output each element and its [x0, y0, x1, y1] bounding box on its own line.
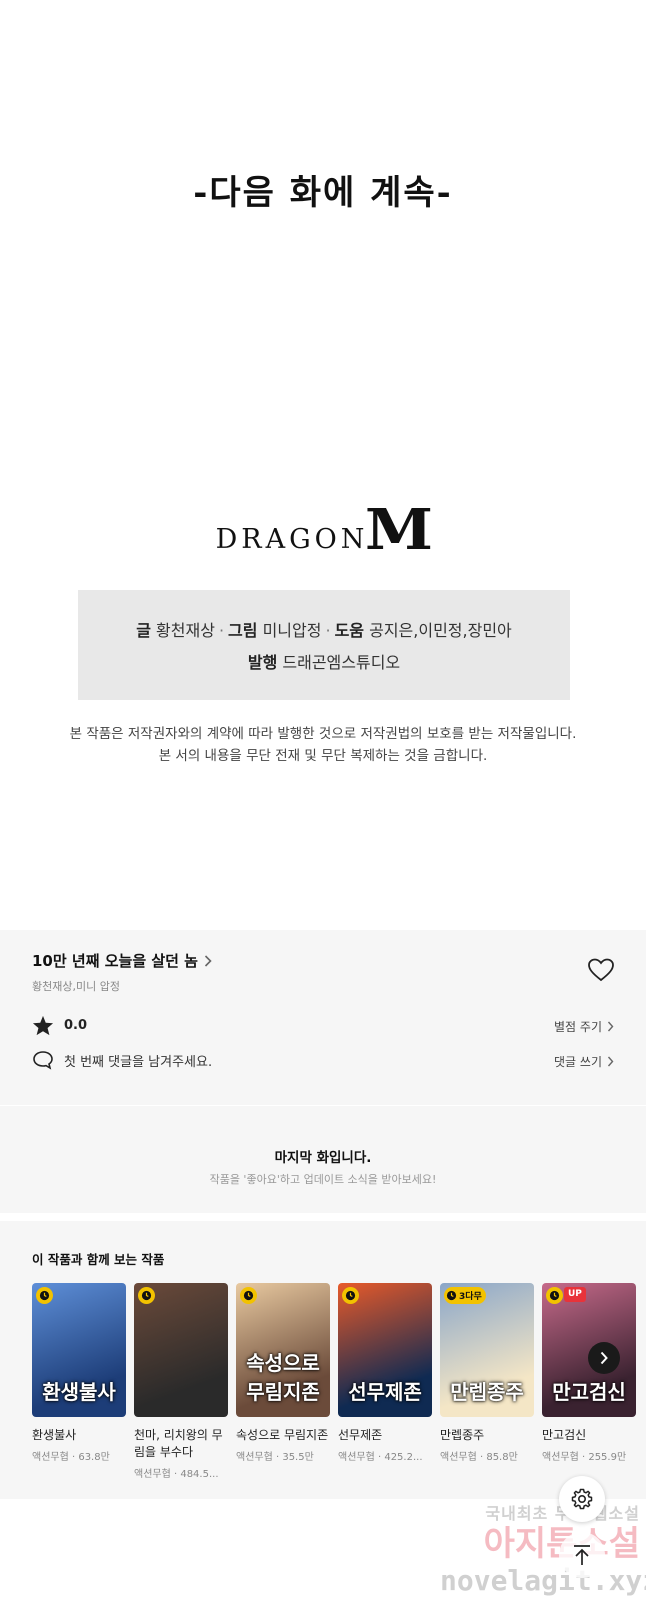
scroll-to-top-button[interactable]: [559, 1532, 605, 1578]
work-title: 10만 년째 오늘을 살던 놈: [32, 952, 198, 970]
logo-mark: M: [365, 497, 434, 563]
recommendation-title[interactable]: 천마, 리치왕의 무림을 부수다: [134, 1427, 228, 1461]
recommendation-title[interactable]: 환생불사: [32, 1427, 126, 1444]
thumbnail-title-art: 만고검신: [552, 1380, 626, 1404]
clock-icon: [546, 1287, 563, 1304]
recommendations-heading: 이 작품과 함께 보는 작품: [32, 1252, 165, 1267]
recommendation-card[interactable]: 환생불사 환생불사 액션무협 · 63.8만: [32, 1283, 126, 1480]
rate-label: 별점 주기: [554, 1020, 602, 1034]
clock-icon: [138, 1287, 155, 1304]
settings-button[interactable]: [559, 1476, 605, 1522]
recommendation-meta: 액션무협 · 425.2...: [338, 1452, 423, 1463]
thumbnail-title-art: 선무제존: [348, 1380, 422, 1404]
recommendation-title[interactable]: 선무제존: [338, 1427, 432, 1444]
watermark-line-3: novelagit.xyz: [440, 1564, 646, 1597]
publisher-logo: DRAGONM: [0, 497, 646, 563]
comment-prompt: 첫 번째 댓글을 남겨주세요.: [64, 1054, 213, 1070]
copyright-line-2: 본 서의 내용을 무단 전재 및 무단 복제하는 것을 금합니다.: [158, 748, 488, 764]
credit-name: 드래곤엠스튜디오: [282, 653, 401, 672]
copyright-line-1: 본 작품은 저작권자와의 계약에 따라 발행한 것으로 저작권법의 보호를 받는…: [69, 726, 577, 742]
recommendation-title[interactable]: 만렙종주: [440, 1427, 534, 1444]
recommendations-list: 환생불사 환생불사 액션무협 · 63.8만 천마, 리치왕의 무림을 부수다 액션무협…: [32, 1283, 636, 1480]
chevron-right-icon: [204, 954, 212, 967]
work-info-panel: 10만 년째 오늘을 살던 놈 황천재상,미니 압정 0.0 별점 주기 첫 번…: [0, 930, 646, 1105]
clock-icon: [446, 1290, 457, 1301]
chevron-right-icon: [607, 1021, 614, 1032]
last-episode-notice: 마지막 화입니다. 작품을 '좋아요'하고 업데이트 소식을 받아보세요!: [0, 1105, 646, 1213]
copyright-notice: 본 작품은 저작권자와의 계약에 따라 발행한 것으로 저작권법의 보호를 받는…: [0, 723, 646, 767]
credit-role: 발행: [247, 653, 278, 672]
recommendation-card[interactable]: 만고검신 UP 만고검신액션무협 · 255.9만: [542, 1283, 636, 1480]
last-episode-subtitle: 작품을 '좋아요'하고 업데이트 소식을 받아보세요!: [209, 1173, 437, 1186]
work-authors: 황천재상,미니 압정: [32, 980, 120, 993]
credit-separator: ·: [218, 621, 225, 640]
write-comment-label: 댓글 쓰기: [554, 1055, 602, 1069]
recommendation-thumbnail[interactable]: 환생불사: [32, 1283, 126, 1417]
heart-icon[interactable]: [588, 958, 614, 982]
site-watermark: 국내최초 무료 웹소설 아지툰소설 novelagit.xyz: [440, 1500, 646, 1598]
to-be-continued-text: -다음 화에 계속-: [193, 173, 453, 213]
credit-name: 황천재상: [156, 621, 215, 640]
thumbnail-title-art: 속성으로 무림지존: [246, 1351, 320, 1404]
credit-separator: ·: [325, 621, 331, 640]
badge-text: 3다무: [459, 1292, 482, 1302]
recommendation-card[interactable]: 선무제존 선무제존 액션무협 · 425.2...: [338, 1283, 432, 1480]
recommendation-meta: 액션무협 · 255.9만: [542, 1452, 627, 1463]
credit-name: 미니압정: [262, 621, 322, 640]
thumbnail-title-art: 만렙종주: [450, 1380, 524, 1404]
recommendation-thumbnail[interactable]: 속성으로 무림지존: [236, 1283, 330, 1417]
comment-prompt-row: 첫 번째 댓글을 남겨주세요.: [32, 1050, 212, 1070]
chevron-right-icon: [600, 1351, 608, 1365]
recommendation-card[interactable]: 만렙종주 3다무만렙종주액션무협 · 85.8만: [440, 1283, 534, 1480]
rating-value: 0.0: [64, 1018, 88, 1033]
star-icon: [32, 1015, 54, 1036]
credit-role: 글: [136, 621, 151, 640]
recommendation-thumbnail[interactable]: [134, 1283, 228, 1417]
recommendation-card[interactable]: 속성으로 무림지존 속성으로 무림지존 액션무협 · 35.5만: [236, 1283, 330, 1480]
comment-icon: [33, 1051, 53, 1070]
work-title-link[interactable]: 10만 년째 오늘을 살던 놈: [32, 950, 212, 971]
recommendations-section: 이 작품과 함께 보는 작품 환생불사 환생불사 액션무협 · 63.8만 천마, 리…: [0, 1221, 646, 1499]
watermark-line-2: 아지툰소설: [440, 1524, 640, 1564]
recommendation-meta: 액션무협 · 63.8만: [32, 1452, 110, 1463]
recommendation-title[interactable]: 속성으로 무림지존: [236, 1427, 330, 1444]
credits-line-1: 글 황천재상 · 그림 미니압정 · 도움 공지은,이민정,장민아: [136, 617, 512, 641]
recommendation-meta: 액션무협 · 484.5...: [134, 1469, 219, 1480]
credit-role: 도움: [334, 621, 365, 640]
clock-icon: [240, 1287, 257, 1304]
clock-icon: [36, 1287, 53, 1304]
up-badge: UP: [564, 1287, 586, 1302]
recommendation-meta: 액션무협 · 35.5만: [236, 1452, 314, 1463]
arrow-up-icon: [574, 1545, 590, 1565]
free-days-badge: 3다무: [444, 1287, 486, 1304]
credits-box: 글 황천재상 · 그림 미니압정 · 도움 공지은,이민정,장민아 발행 드래곤엠스튜디…: [78, 590, 570, 700]
last-episode-title: 마지막 화입니다.: [274, 1150, 372, 1166]
credits-line-2: 발행 드래곤엠스튜디오: [248, 649, 400, 673]
recommendation-card[interactable]: 천마, 리치왕의 무림을 부수다액션무협 · 484.5...: [134, 1283, 228, 1480]
rate-button[interactable]: 별점 주기: [554, 1018, 614, 1035]
thumbnail-title-art: 환생불사: [42, 1380, 116, 1404]
clock-icon: [342, 1287, 359, 1304]
credit-role: 그림: [228, 621, 258, 640]
recommendation-thumbnail[interactable]: 선무제존: [338, 1283, 432, 1417]
rating-row: 0.0: [32, 1015, 87, 1036]
recommendation-meta: 액션무협 · 85.8만: [440, 1452, 518, 1463]
watermark-line-1: 국내최초 무료 웹소설: [485, 1504, 640, 1523]
gear-icon: [571, 1488, 593, 1510]
recommendation-thumbnail[interactable]: 만렙종주 3다무: [440, 1283, 534, 1417]
credit-name: 공지은,이민정,장민아: [369, 621, 512, 640]
carousel-next-button[interactable]: [588, 1342, 620, 1374]
chevron-right-icon: [607, 1056, 614, 1067]
logo-text: DRAGON: [215, 524, 369, 555]
write-comment-button[interactable]: 댓글 쓰기: [554, 1053, 614, 1070]
recommendation-title[interactable]: 만고검신: [542, 1427, 636, 1444]
